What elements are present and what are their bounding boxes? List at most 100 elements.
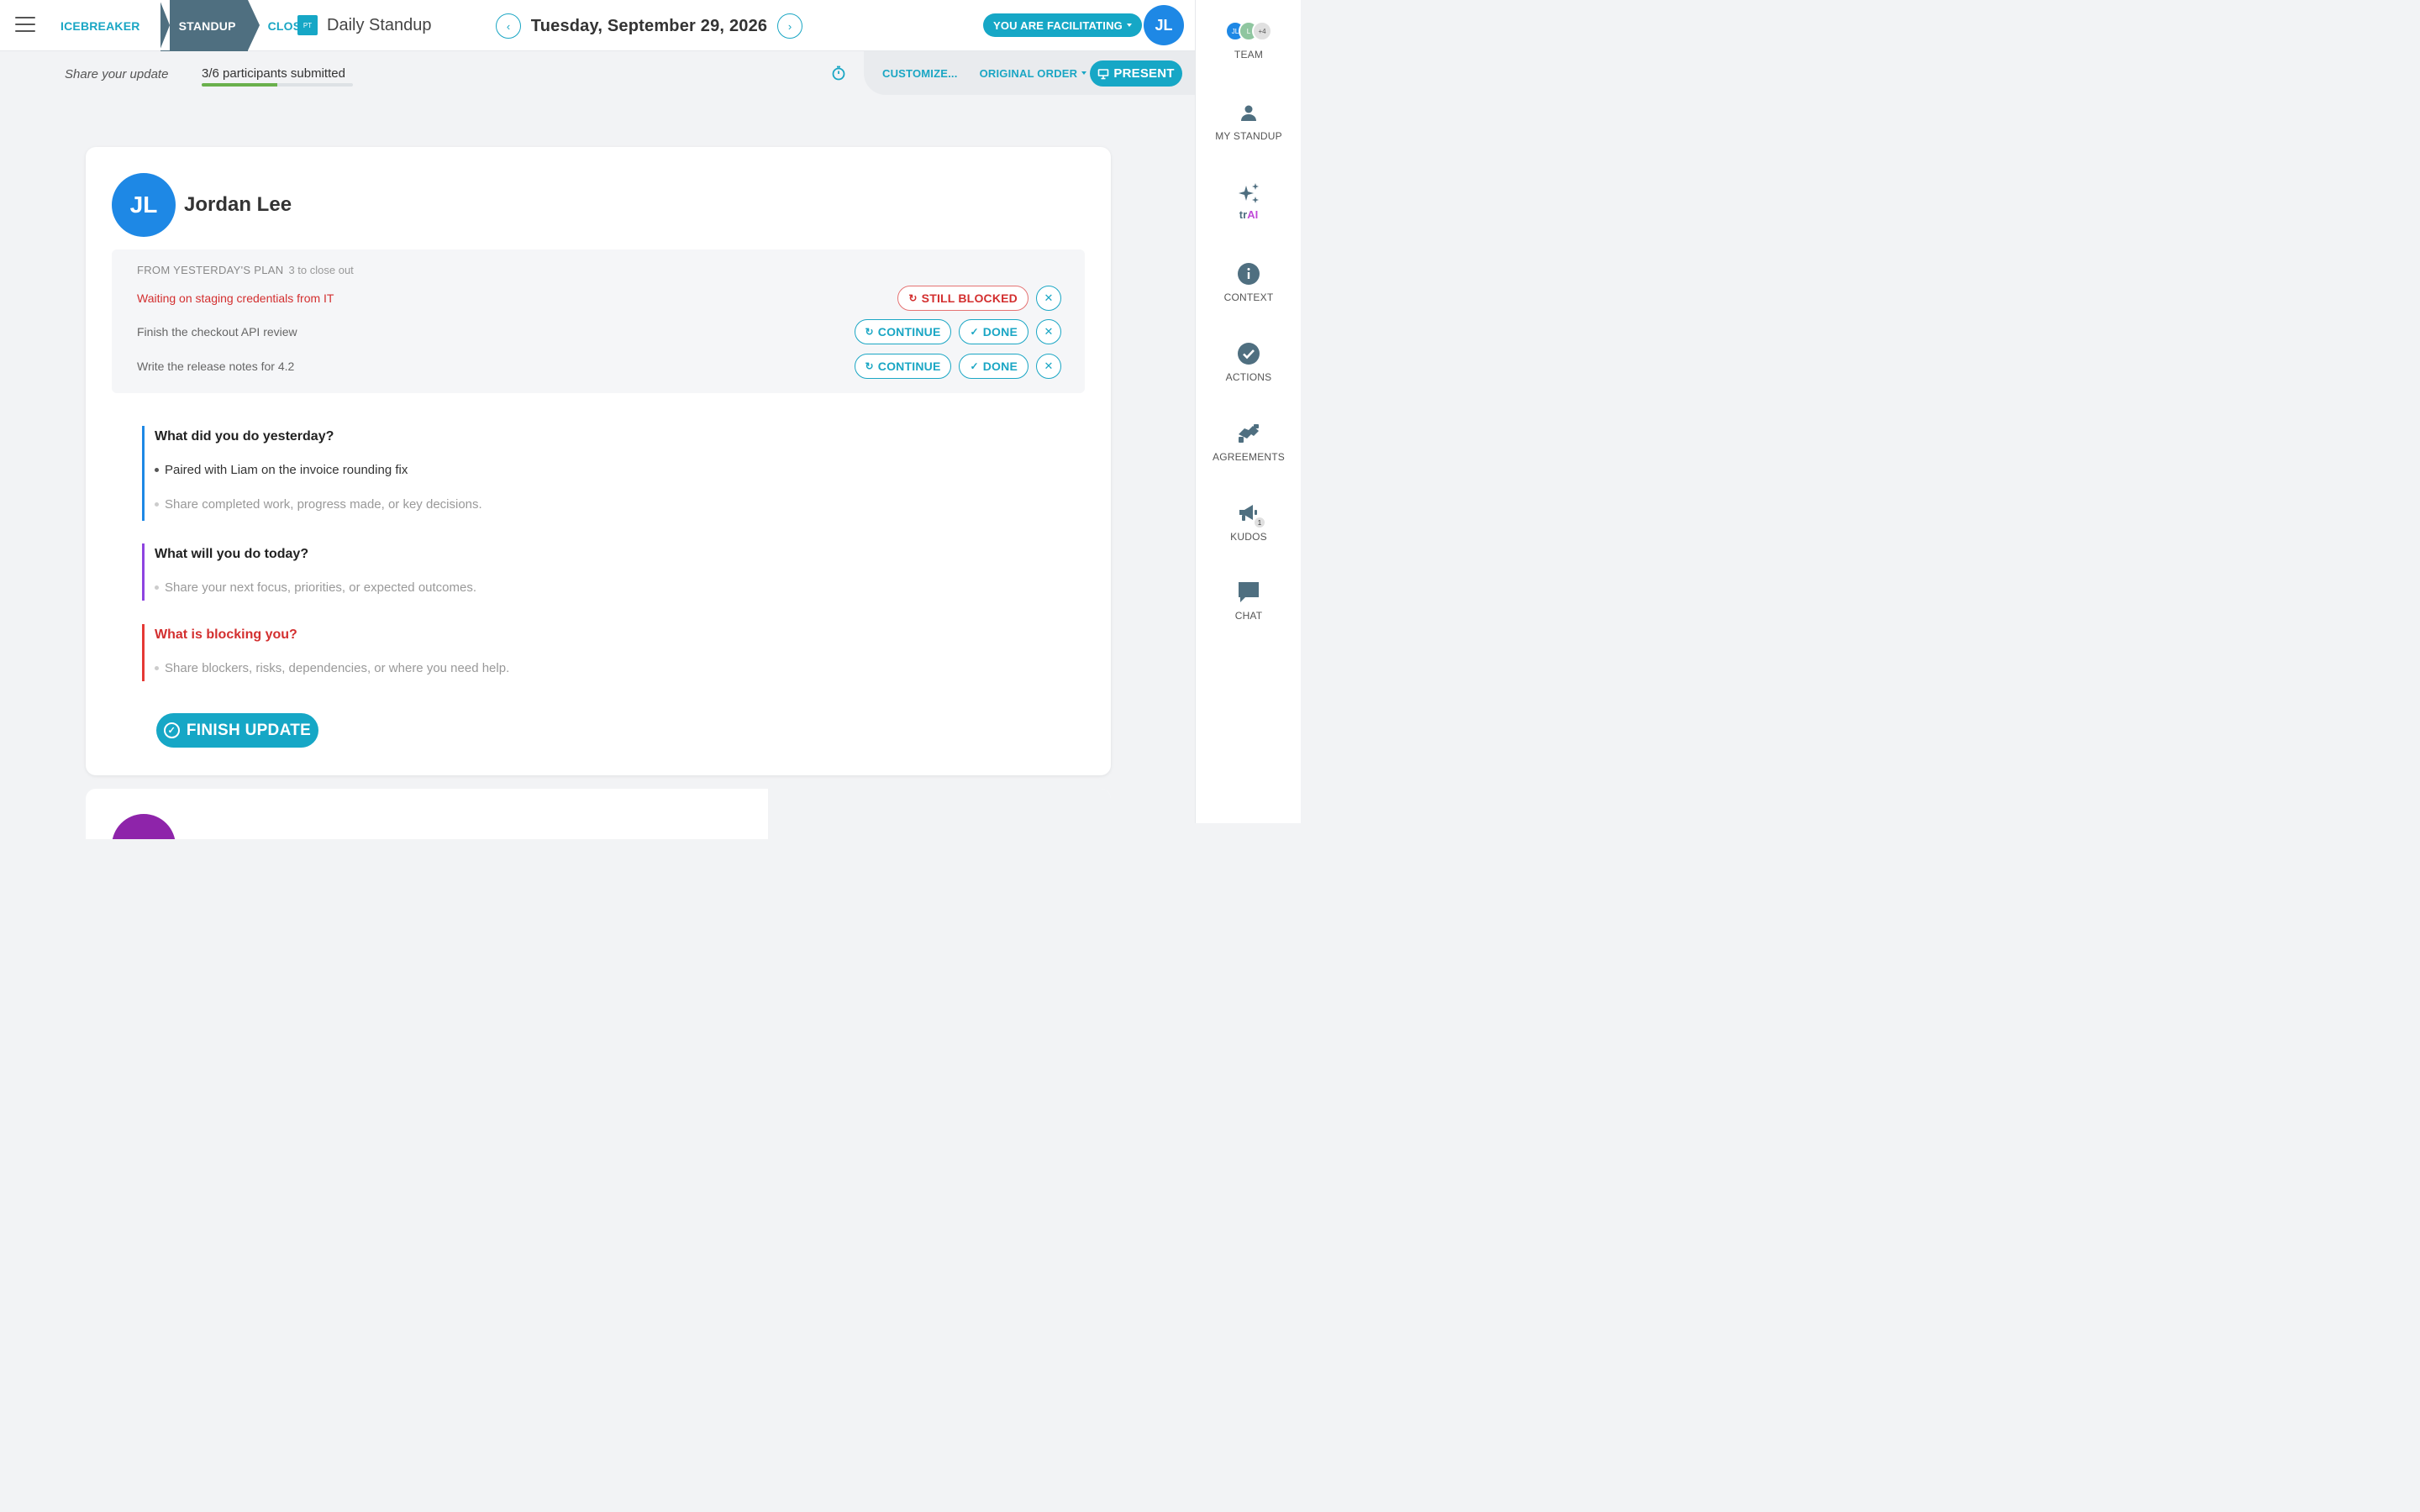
close-icon: ✕ [1044, 325, 1054, 338]
question-yesterday: What did you do yesterday? Paired with L… [142, 426, 482, 521]
plan-item-text: Finish the checkout API review [137, 325, 297, 339]
still-blocked-label: STILL BLOCKED [921, 291, 1018, 305]
customize-button[interactable]: CUSTOMIZE... [882, 67, 958, 80]
bullet-icon [155, 502, 159, 507]
finish-update-label: FINISH UPDATE [186, 721, 312, 739]
bullet-icon [155, 585, 159, 590]
sidebar-label: MY STANDUP [1215, 130, 1282, 142]
participant-name: Jordan Lee [184, 193, 292, 216]
date-navigator: ‹ Tuesday, September 29, 2026 › [496, 13, 802, 39]
refresh-icon: ↻ [908, 292, 918, 304]
participant-avatar: JL [112, 173, 176, 237]
step-standup[interactable]: STANDUP [159, 0, 260, 51]
next-date-button[interactable]: › [777, 13, 802, 39]
sidebar-item-actions[interactable]: ACTIONS [1196, 341, 1302, 383]
done-button[interactable]: ✓ DONE [959, 354, 1028, 379]
user-avatar[interactable]: JL [1144, 5, 1184, 45]
plan-item: Write the release notes for 4.2 ↻ CONTINU… [137, 353, 1061, 380]
close-icon: ✕ [1044, 360, 1054, 372]
still-blocked-button[interactable]: ↻ STILL BLOCKED [897, 286, 1028, 311]
check-icon: ✓ [970, 326, 979, 338]
menu-icon[interactable] [15, 17, 35, 34]
answer-placeholder: Share completed work, progress made, or … [165, 497, 482, 512]
megaphone-icon: 1 [1236, 501, 1265, 528]
sidebar-item-trai[interactable]: trAI [1196, 181, 1302, 221]
finish-update-button[interactable]: ✓ FINISH UPDATE [156, 713, 318, 748]
facilitating-label: YOU ARE FACILITATING [993, 18, 1123, 32]
facilitating-dropdown[interactable]: YOU ARE FACILITATING [983, 13, 1142, 37]
right-sidebar: JL L +4 TEAM MY STANDUP trAI CONTEXT ACT… [1195, 0, 1301, 823]
sparkle-icon [1236, 181, 1261, 207]
sidebar-label: ACTIONS [1225, 371, 1272, 383]
chevron-right-icon: › [787, 19, 792, 33]
answer-input[interactable]: Share your next focus, priorities, or ex… [155, 580, 476, 595]
sidebar-label: KUDOS [1230, 531, 1267, 543]
view-tools: CUSTOMIZE... ORIGINAL ORDER PRESENT [864, 51, 1195, 95]
next-participant-card [86, 789, 1111, 839]
question-blockers: What is blocking you? Share blockers, ri… [142, 624, 509, 681]
progress-fill [202, 83, 277, 87]
bullet-icon [155, 666, 159, 670]
presentation-icon [1098, 68, 1109, 79]
question-title: What is blocking you? [155, 627, 297, 642]
done-button[interactable]: ✓ DONE [959, 319, 1028, 344]
question-title: What did you do yesterday? [155, 429, 334, 444]
sidebar-label: TEAM [1234, 49, 1264, 60]
sidebar-item-kudos[interactable]: 1 KUDOS [1196, 501, 1302, 543]
question-today: What will you do today? Share your next … [142, 543, 476, 601]
caret-down-icon [1126, 24, 1132, 27]
check-circle-icon: ✓ [163, 722, 180, 738]
top-bar: ICEBREAKER STANDUP CLOSE PT Daily Standu… [0, 0, 1195, 51]
plan-heading: FROM YESTERDAY'S PLAN 3 to close out [137, 264, 354, 276]
close-icon: ✕ [1044, 291, 1054, 304]
timer-icon[interactable] [830, 65, 847, 81]
sidebar-item-chat[interactable]: CHAT [1196, 580, 1302, 622]
previous-date-button[interactable]: ‹ [496, 13, 521, 39]
sidebar-item-team[interactable]: JL L +4 TEAM [1196, 18, 1302, 60]
meeting-info: PT Daily Standup [297, 15, 432, 35]
team-avatars: JL L +4 [1225, 18, 1272, 44]
chevron-left-icon: ‹ [506, 19, 511, 33]
step-icebreaker[interactable]: ICEBREAKER [52, 0, 149, 51]
meeting-title: Daily Standup [327, 15, 432, 34]
yesterday-plan: FROM YESTERDAY'S PLAN 3 to close out Wait… [112, 249, 1085, 393]
handshake-icon [1236, 421, 1261, 446]
trai-suffix: AI [1247, 208, 1259, 221]
sub-bar: Share your update 3/6 participants submi… [0, 51, 1195, 95]
answer-placeholder: Share blockers, risks, dependencies, or … [165, 661, 510, 675]
answer-input[interactable]: Share blockers, risks, dependencies, or … [155, 661, 509, 675]
trai-label: trAI [1239, 208, 1258, 221]
order-label: ORIGINAL ORDER [979, 66, 1078, 80]
sidebar-item-context[interactable]: CONTEXT [1196, 261, 1302, 303]
participant-card: JL Jordan Lee FROM YESTERDAY'S PLAN 3 to … [86, 147, 1111, 775]
continue-label: CONTINUE [877, 325, 941, 339]
person-icon [1236, 100, 1261, 125]
answer-item[interactable]: Paired with Liam on the invoice rounding… [155, 463, 482, 477]
continue-label: CONTINUE [877, 360, 941, 373]
question-title: What will you do today? [155, 547, 309, 561]
info-icon [1236, 261, 1261, 286]
remove-plan-item-button[interactable]: ✕ [1036, 286, 1061, 311]
caret-down-icon [1081, 71, 1087, 75]
plan-item-text: Waiting on staging credentials from IT [137, 291, 334, 305]
done-label: DONE [982, 360, 1018, 373]
meeting-steps: ICEBREAKER STANDUP CLOSE [52, 0, 318, 51]
plan-heading-title: FROM YESTERDAY'S PLAN [137, 264, 284, 276]
order-dropdown[interactable]: ORIGINAL ORDER [980, 67, 1087, 80]
submission-progress: 3/6 participants submitted [202, 66, 353, 87]
progress-track [202, 83, 353, 87]
check-icon: ✓ [970, 360, 979, 372]
sidebar-item-my-standup[interactable]: MY STANDUP [1196, 100, 1302, 142]
refresh-icon: ↻ [865, 360, 874, 372]
present-label: PRESENT [1113, 66, 1175, 81]
card-shade [768, 789, 1111, 839]
present-button[interactable]: PRESENT [1090, 60, 1182, 87]
plan-item: Finish the checkout API review ↻ CONTINUE… [137, 318, 1061, 345]
sidebar-item-agreements[interactable]: AGREEMENTS [1196, 421, 1302, 463]
continue-button[interactable]: ↻ CONTINUE [854, 319, 952, 344]
progress-text: 3/6 participants submitted [202, 66, 345, 81]
answer-input[interactable]: Share completed work, progress made, or … [155, 497, 482, 512]
continue-button[interactable]: ↻ CONTINUE [854, 354, 952, 379]
remove-plan-item-button[interactable]: ✕ [1036, 354, 1061, 379]
remove-plan-item-button[interactable]: ✕ [1036, 319, 1061, 344]
